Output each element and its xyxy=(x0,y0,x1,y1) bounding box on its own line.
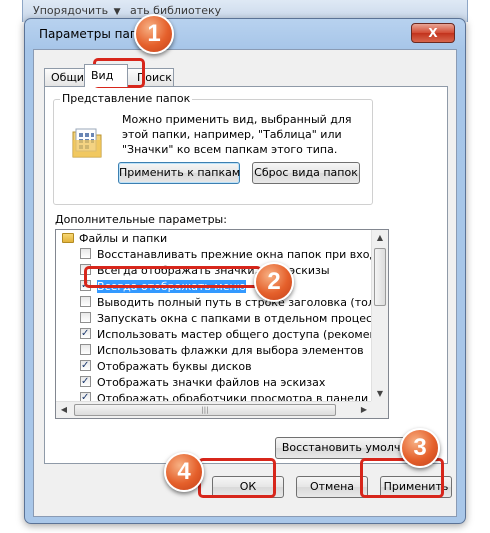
list-item[interactable]: Всегда отображать значки, а не эскизы xyxy=(56,263,372,279)
reset-folders-button[interactable]: Сброс вида папок xyxy=(252,162,360,184)
setting-label: Отображать значки файлов на эскизах xyxy=(97,376,326,389)
scroll-down-icon[interactable]: ▼ xyxy=(372,386,388,402)
setting-label: Восстанавливать прежние окна папок при в… xyxy=(97,248,372,261)
setting-label: Использовать флажки для выбора элементов xyxy=(97,344,364,357)
folder-view-title: Представление папок xyxy=(60,92,193,105)
background-toolbar-text[interactable]: ать библиотеку xyxy=(130,4,221,17)
advanced-settings-label: Дополнительные параметры: xyxy=(55,213,227,226)
scrollbar-corner xyxy=(371,401,388,418)
view-tab-panel: Представление папок Можно применить вид,… xyxy=(44,86,448,464)
scroll-up-icon[interactable]: ▲ xyxy=(372,230,388,246)
step-marker-3: 3 xyxy=(400,428,440,468)
close-button[interactable]: X xyxy=(411,23,455,43)
checkbox[interactable] xyxy=(80,359,91,374)
horizontal-scroll-thumb[interactable]: ||| xyxy=(74,404,336,416)
setting-label: Всегда отображать меню xyxy=(97,280,246,293)
tree-node-label: Файлы и папки xyxy=(79,232,168,245)
advanced-settings-tree[interactable]: Файлы и папки Восстанавливать прежние ок… xyxy=(55,229,389,419)
organize-menu[interactable]: Упорядочить xyxy=(33,4,108,17)
checkbox[interactable] xyxy=(80,296,91,307)
titlebar: Параметры папок X xyxy=(25,19,465,49)
chevron-down-icon: ▼ xyxy=(113,7,121,17)
vertical-scroll-thumb[interactable] xyxy=(374,248,386,306)
list-item[interactable]: Запускать окна с папками в отдельном про… xyxy=(56,311,372,327)
apply-to-folders-button[interactable]: Применить к папкам xyxy=(118,162,240,184)
tree-node-files-folders[interactable]: Файлы и папки xyxy=(56,231,372,247)
tab-general[interactable]: Общие xyxy=(44,68,86,86)
scroll-right-icon[interactable]: ▶ xyxy=(356,402,372,418)
list-item[interactable]: Восстанавливать прежние окна папок при в… xyxy=(56,247,372,263)
checkbox[interactable] xyxy=(80,327,91,342)
setting-label: Использовать мастер общего доступа (реко… xyxy=(97,328,372,341)
list-item[interactable]: Отображать буквы дисков xyxy=(56,359,372,375)
checkbox-always-show-menu[interactable] xyxy=(80,279,91,294)
list-item[interactable]: Выводить полный путь в строке заголовка … xyxy=(56,295,372,311)
step-marker-1: 1 xyxy=(134,14,174,54)
folder-icon xyxy=(62,233,74,243)
setting-label: Запускать окна с папками в отдельном про… xyxy=(97,312,372,325)
step-marker-2: 2 xyxy=(254,262,294,302)
list-item[interactable]: Использовать флажки для выбора элементов xyxy=(56,343,372,359)
cancel-button[interactable]: Отмена xyxy=(296,476,368,498)
checkbox[interactable] xyxy=(80,312,91,323)
checkbox[interactable] xyxy=(80,264,91,275)
scroll-left-icon[interactable]: ◀ xyxy=(56,402,72,418)
horizontal-scrollbar[interactable]: ◀ ||| ▶ xyxy=(56,401,372,418)
list-item[interactable]: Использовать мастер общего доступа (реко… xyxy=(56,327,372,343)
setting-label: Выводить полный путь в строке заголовка … xyxy=(97,296,372,309)
close-icon: X xyxy=(428,26,438,40)
checkbox[interactable] xyxy=(80,375,91,390)
dialog-client: Общие Вид Поиск Представление папок Можн… xyxy=(33,49,457,517)
checkbox[interactable] xyxy=(80,344,91,355)
step-marker-4: 4 xyxy=(164,452,204,492)
folder-view-icon xyxy=(72,128,102,158)
apply-button[interactable]: Применить xyxy=(380,476,452,498)
ok-button[interactable]: ОК xyxy=(212,476,284,498)
checkbox[interactable] xyxy=(80,248,91,259)
tab-search[interactable]: Поиск xyxy=(126,68,174,86)
vertical-scrollbar[interactable]: ▲ ▼ xyxy=(371,230,388,402)
list-item-always-show-menu[interactable]: Всегда отображать меню xyxy=(56,279,372,295)
list-item[interactable]: Отображать значки файлов на эскизах xyxy=(56,375,372,391)
setting-label: Отображать буквы дисков xyxy=(97,360,252,373)
setting-label: Всегда отображать значки, а не эскизы xyxy=(97,264,330,277)
tab-view[interactable]: Вид xyxy=(84,64,128,87)
folder-view-group: Представление папок Можно применить вид,… xyxy=(53,92,373,205)
folder-view-description: Можно применить вид, выбранный для этой … xyxy=(122,113,352,156)
